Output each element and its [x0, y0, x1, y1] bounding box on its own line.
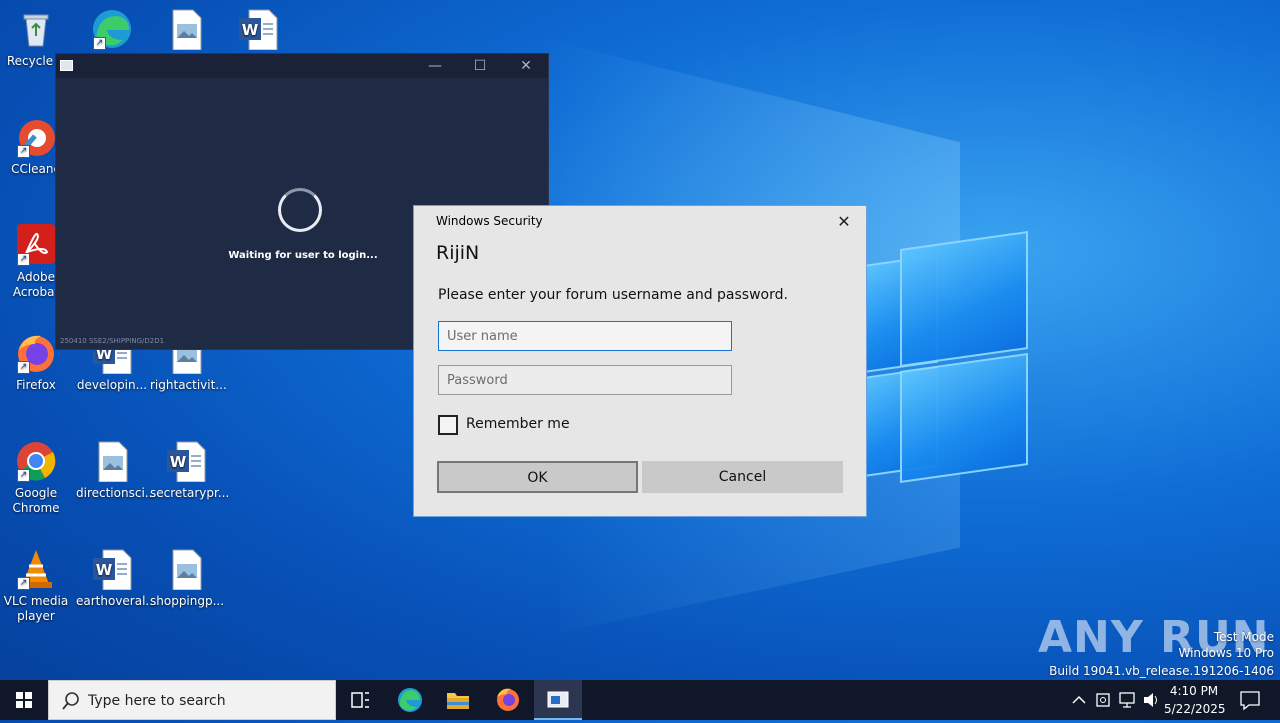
- taskbar-search-box[interactable]: Type here to search: [48, 680, 336, 720]
- word-document-icon: W: [165, 440, 207, 483]
- taskbar: Type here to search 4:10 PM 5/22/2025: [0, 680, 1280, 720]
- tray-device-button[interactable]: [1092, 680, 1114, 720]
- tray-network-button[interactable]: [1116, 680, 1138, 720]
- recycle-bin-icon: [15, 8, 57, 50]
- shortcut-arrow-icon: ↗: [93, 37, 106, 50]
- taskbar-edge-button[interactable]: [388, 680, 432, 720]
- chrome-icon: ↗: [15, 440, 57, 482]
- task-view-icon: [351, 692, 369, 708]
- task-view-button[interactable]: [338, 680, 382, 720]
- clock-date[interactable]: 5/22/2025: [1164, 702, 1226, 716]
- volume-icon: [1144, 693, 1157, 707]
- firefox-icon: ↗: [15, 332, 57, 374]
- ccleaner-icon: ↗: [15, 116, 57, 158]
- loading-spinner-icon: [278, 188, 322, 232]
- edge-icon: ↗: [91, 8, 133, 50]
- taskbar-active-app-button[interactable]: [534, 680, 582, 720]
- desktop-icon-google-chrome[interactable]: ↗ Google Chrome: [0, 440, 72, 516]
- image-file-icon: [165, 548, 207, 591]
- remember-me-label[interactable]: Remember me: [466, 416, 570, 432]
- taskbar-firefox-button[interactable]: [486, 680, 530, 720]
- desktop-icon-label: secretarypr...: [150, 486, 230, 500]
- remember-me-checkbox[interactable]: [438, 415, 458, 435]
- desktop-icon-label: directionsci...: [76, 486, 157, 500]
- shortcut-arrow-icon: ↗: [17, 469, 30, 482]
- dialog-close-button[interactable]: ✕: [830, 210, 858, 234]
- image-file-icon: [165, 8, 207, 51]
- svg-text:W: W: [170, 453, 187, 471]
- folder-icon: [447, 693, 469, 709]
- chevron-up-icon: [1072, 695, 1086, 704]
- word-document-icon: W: [237, 8, 279, 51]
- windows-start-icon: [16, 692, 32, 708]
- desktop-icon-label: CCleane: [11, 162, 61, 176]
- desktop-icon-image-file[interactable]: [150, 8, 222, 54]
- ok-button[interactable]: OK: [437, 461, 638, 493]
- taskbar-file-explorer-button[interactable]: [436, 680, 480, 720]
- cancel-button[interactable]: Cancel: [642, 461, 843, 493]
- desktop-icon-label: Adobe Acrobat: [12, 270, 60, 299]
- svg-text:W: W: [96, 561, 113, 579]
- windows-logo-wallpaper: [860, 231, 1030, 483]
- adobe-acrobat-icon: ↗: [15, 224, 57, 266]
- maximize-button[interactable]: ☐: [458, 54, 502, 78]
- firefox-icon: [497, 688, 519, 711]
- desktop-icon-label: earthoveral...: [76, 594, 157, 608]
- shortcut-arrow-icon: ↗: [17, 145, 30, 158]
- build-text: Build 19041.vb_release.191206-1406: [1049, 664, 1274, 678]
- desktop-icon-label: shoppingp...: [150, 594, 225, 608]
- loader-titlebar[interactable]: — ☐ ✕: [56, 54, 548, 78]
- svg-text:W: W: [242, 21, 259, 39]
- start-button[interactable]: [0, 680, 48, 720]
- password-input[interactable]: [438, 365, 732, 395]
- desktop-icon-word-file[interactable]: W secretarypr...: [150, 440, 229, 501]
- image-file-icon: [91, 440, 133, 483]
- vlc-cone-icon: ↗: [15, 548, 57, 590]
- dialog-message: Please enter your forum username and pas…: [438, 287, 788, 303]
- build-string: 250410 SSE2/SHIPPING/D2D1: [60, 337, 165, 345]
- close-button[interactable]: ✕: [504, 54, 548, 78]
- edge-icon: [398, 688, 422, 712]
- windows-edition-text: Windows 10 Pro: [1178, 646, 1274, 660]
- notifications-button[interactable]: [1232, 680, 1268, 720]
- minimize-button[interactable]: —: [413, 54, 457, 78]
- desktop-icon-image-file[interactable]: directionsci...: [76, 440, 156, 501]
- dialog-title: Windows Security: [436, 214, 543, 228]
- clock-time[interactable]: 4:10 PM: [1164, 684, 1224, 698]
- credential-dialog: Windows Security ✕ RijiN Please enter yo…: [413, 205, 867, 517]
- desktop-icon-label: VLC media player: [3, 594, 69, 623]
- shortcut-arrow-icon: ↗: [17, 577, 30, 590]
- desktop-icon-label: developin...: [76, 378, 148, 392]
- notification-icon: [1240, 691, 1260, 711]
- desktop-icon-word-file[interactable]: W earthoveral...: [76, 548, 157, 609]
- desktop-icon-label: rightactivit...: [150, 378, 227, 392]
- desktop-icon-image-file[interactable]: shoppingp...: [150, 548, 225, 609]
- username-input[interactable]: [438, 321, 732, 351]
- test-mode-text: Test Mode: [1213, 630, 1274, 644]
- desktop-icon-label: Google Chrome: [12, 486, 60, 515]
- search-icon: [62, 692, 79, 710]
- search-placeholder: Type here to search: [88, 693, 226, 709]
- show-hidden-icons-button[interactable]: [1068, 680, 1090, 720]
- app-window-icon: [60, 60, 73, 71]
- shortcut-arrow-icon: ↗: [17, 253, 30, 266]
- desktop-icon-edge[interactable]: ↗: [76, 8, 148, 54]
- app-window-icon: [547, 691, 569, 708]
- desktop-icon-label: Firefox: [16, 378, 56, 392]
- desktop-icon-word-file[interactable]: W: [222, 8, 294, 54]
- word-document-icon: W: [91, 548, 133, 591]
- dialog-heading: RijiN: [436, 242, 480, 264]
- device-icon: [1096, 693, 1110, 707]
- network-icon: [1119, 692, 1135, 708]
- tray-volume-button[interactable]: [1140, 680, 1162, 720]
- shortcut-arrow-icon: ↗: [17, 361, 30, 374]
- desktop-icon-vlc[interactable]: ↗ VLC media player: [0, 548, 72, 624]
